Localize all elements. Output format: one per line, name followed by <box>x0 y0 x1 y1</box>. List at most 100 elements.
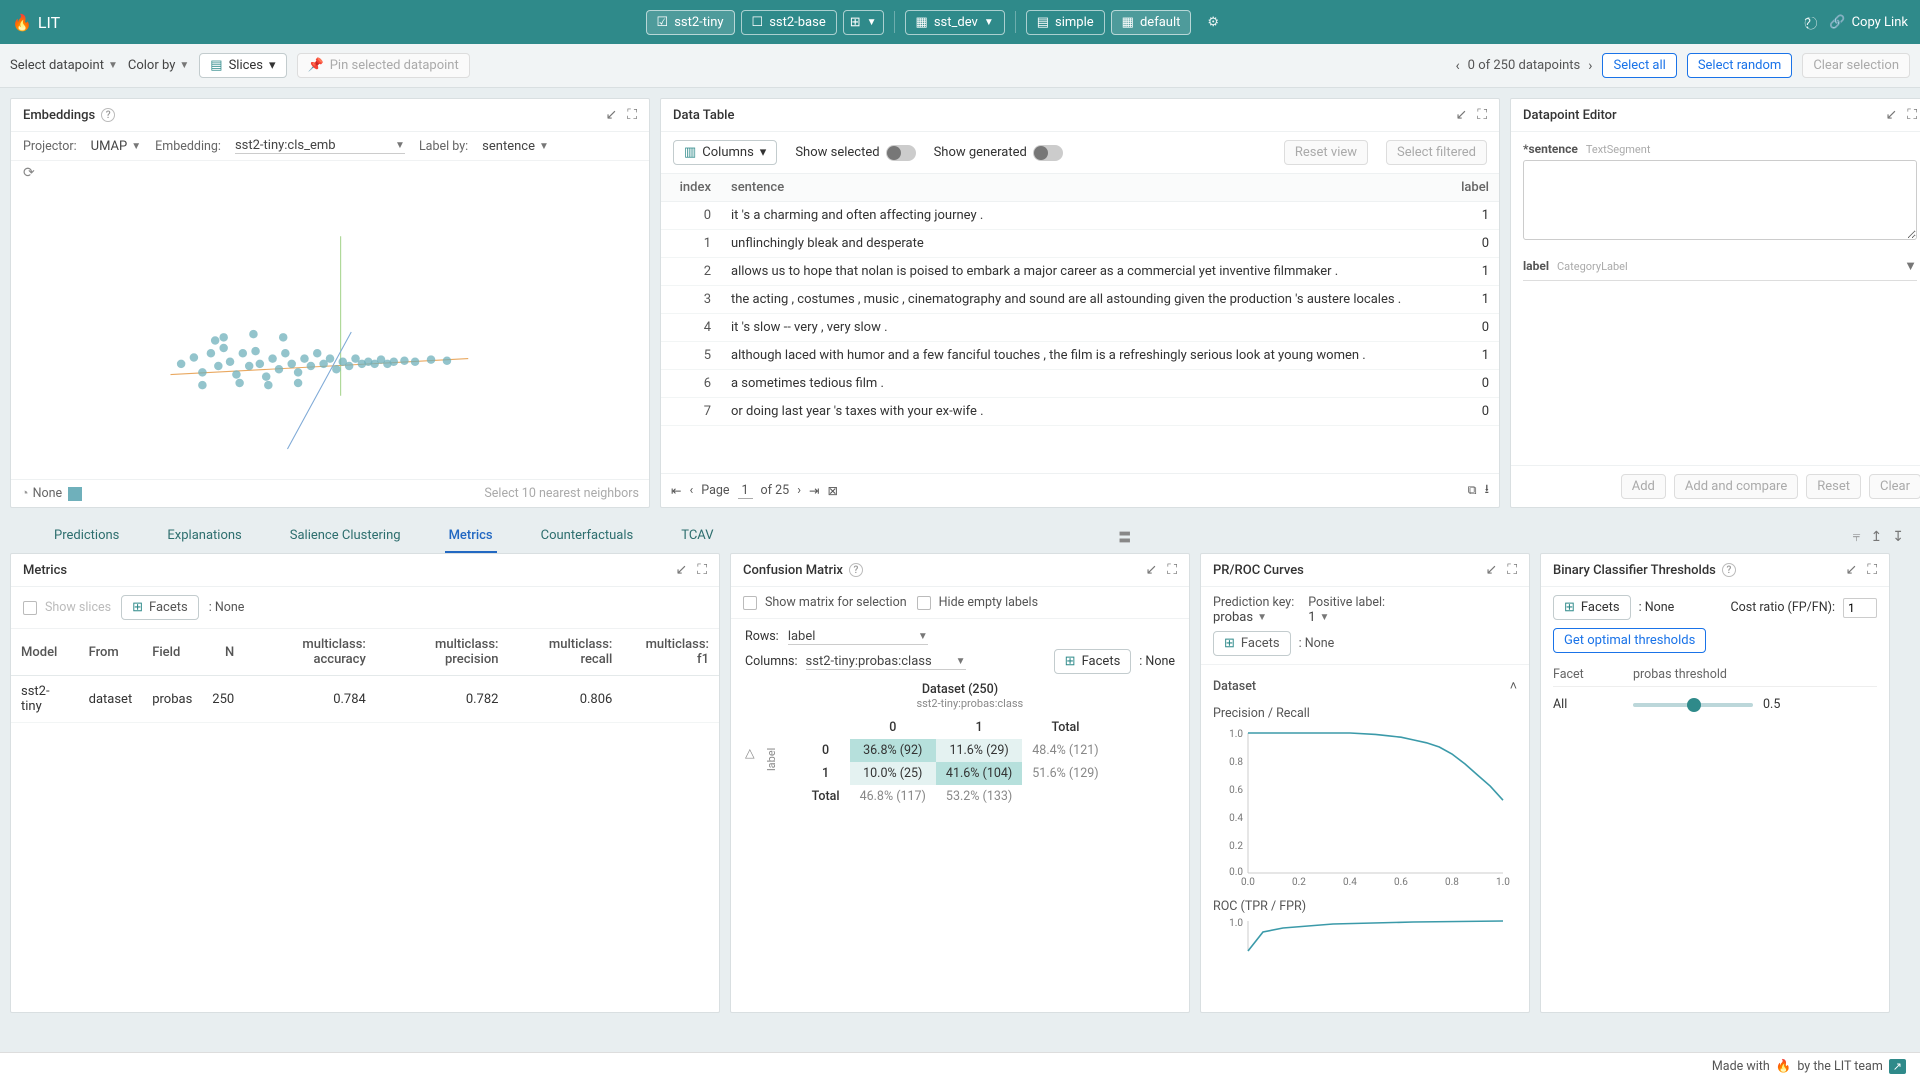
help-icon[interactable]: ? <box>849 563 863 577</box>
tab-counterfactuals[interactable]: Counterfactuals <box>537 520 638 553</box>
fullscreen-icon[interactable]: ⛶ <box>697 562 707 578</box>
cell-1-0[interactable]: 10.0% (25) <box>850 762 936 785</box>
threshold-slider[interactable] <box>1633 703 1753 707</box>
table-row[interactable]: 0it 's a charming and often affecting jo… <box>661 202 1499 230</box>
first-page-icon[interactable]: ⇤ <box>671 483 681 499</box>
fullscreen-icon[interactable]: ⛶ <box>1477 107 1487 123</box>
table-row[interactable]: 5although laced with humor and a few fan… <box>661 342 1499 370</box>
layout-default-chip[interactable]: ▦ default <box>1111 10 1192 35</box>
tab-tcav[interactable]: TCAV <box>677 520 717 553</box>
sort-down-icon[interactable]: ↧ <box>1892 529 1904 545</box>
drag-handle-icon[interactable]: 〓 <box>1118 527 1131 546</box>
last-page-icon[interactable]: ⇥ <box>809 483 819 499</box>
cell-0-0[interactable]: 36.8% (92) <box>850 739 936 762</box>
collapse-icon[interactable]: ↙ <box>1485 562 1497 578</box>
color-by-dropdown[interactable]: Color by▼ <box>128 58 189 73</box>
table-row[interactable]: 4it 's slow -- very , very slow .0 <box>661 314 1499 342</box>
table-row[interactable]: 7or doing last year 's taxes with your e… <box>661 398 1499 426</box>
fullscreen-icon[interactable]: ⛶ <box>627 107 637 123</box>
rows-dropdown[interactable]: label▼ <box>788 629 928 645</box>
select-filtered-button[interactable]: Select filtered <box>1386 140 1487 165</box>
tab-predictions[interactable]: Predictions <box>50 520 123 553</box>
page-input[interactable]: 1 <box>738 483 753 499</box>
select-random-button[interactable]: Select random <box>1687 53 1793 78</box>
show-slices-checkbox[interactable]: Show slices <box>23 600 111 615</box>
add-button[interactable]: Add <box>1621 474 1666 499</box>
table-row[interactable]: 3the acting , costumes , music , cinemat… <box>661 286 1499 314</box>
collapse-icon[interactable]: ↙ <box>675 562 687 578</box>
pred-key-dropdown[interactable]: probas ▼ <box>1213 610 1294 625</box>
chevron-up-icon[interactable]: ˄ <box>1510 679 1517 694</box>
copy-icon[interactable]: ⧉ <box>1468 483 1477 498</box>
help-icon[interactable]: ? <box>1722 563 1736 577</box>
reset-view-button[interactable]: Reset view <box>1284 140 1368 165</box>
cols-dropdown[interactable]: sst2-tiny:probas:class▼ <box>806 654 966 670</box>
fullscreen-icon[interactable]: ⛶ <box>1507 562 1517 578</box>
external-link-icon[interactable]: ↗ <box>1889 1059 1906 1074</box>
col-label[interactable]: label <box>1439 174 1499 202</box>
show-generated-toggle[interactable]: Show generated <box>934 145 1063 161</box>
fullscreen-icon[interactable]: ⛶ <box>1907 107 1917 123</box>
reset-button[interactable]: Reset <box>1806 474 1861 499</box>
table-row[interactable]: 2allows us to hope that nolan is poised … <box>661 258 1499 286</box>
collapse-icon[interactable]: ↙ <box>605 107 617 123</box>
chevron-right-icon[interactable]: › <box>1588 58 1592 74</box>
chevron-left-icon[interactable]: ‹ <box>1455 58 1459 74</box>
facets-button[interactable]: ⊞Facets <box>121 595 199 620</box>
collapse-icon[interactable]: ↙ <box>1455 107 1467 123</box>
fullscreen-icon[interactable]: ⛶ <box>1867 562 1877 578</box>
facets-button[interactable]: ⊞Facets <box>1553 595 1631 620</box>
clear-button[interactable]: Clear <box>1869 474 1920 499</box>
slices-button[interactable]: ▤ Slices ▾ <box>199 53 286 78</box>
pos-label-dropdown[interactable]: 1 ▼ <box>1308 610 1385 625</box>
help-icon[interactable]: ？⃝ <box>1804 13 1817 32</box>
cell-1-1[interactable]: 41.6% (104) <box>936 762 1022 785</box>
embedding-dropdown[interactable]: sst2-tiny:cls_emb ▼ <box>235 138 405 154</box>
projector-dropdown[interactable]: UMAP ▼ <box>91 139 141 154</box>
show-selected-toggle[interactable]: Show selected <box>795 145 915 161</box>
prev-page-icon[interactable]: ‹ <box>689 483 693 498</box>
embedding-scatter[interactable] <box>11 185 649 479</box>
facets-button[interactable]: ⊞Facets <box>1054 649 1132 674</box>
sentence-input[interactable] <box>1523 160 1917 240</box>
table-row[interactable]: 1unflinchingly bleak and desperate0 <box>661 230 1499 258</box>
tab-salience-clustering[interactable]: Salience Clustering <box>286 520 405 553</box>
fullscreen-icon[interactable]: ⛶ <box>1167 562 1177 578</box>
hide-empty-checkbox[interactable]: Hide empty labels <box>917 595 1038 610</box>
collapse-icon[interactable]: ↙ <box>1885 107 1897 123</box>
tab-explanations[interactable]: Explanations <box>163 520 245 553</box>
columns-button[interactable]: ▥Columns▾ <box>673 140 777 165</box>
collapse-tree-icon[interactable]: △ <box>745 745 755 761</box>
select-all-button[interactable]: Select all <box>1602 53 1676 78</box>
select-datapoint-dropdown[interactable]: Select datapoint▼ <box>10 58 118 73</box>
pin-button[interactable]: 📌 Pin selected datapoint <box>297 53 470 78</box>
nearest-neighbors-button[interactable]: Select 10 nearest neighbors <box>484 486 639 501</box>
help-icon[interactable]: ? <box>101 108 115 122</box>
collapse-icon[interactable]: ↙ <box>1845 562 1857 578</box>
sort-up-icon[interactable]: ↥ <box>1871 529 1883 545</box>
facets-button[interactable]: ⊞Facets <box>1213 631 1291 656</box>
tab-metrics[interactable]: Metrics <box>445 520 497 553</box>
gear-icon[interactable]: ⚙ <box>1207 15 1219 30</box>
col-sentence[interactable]: sentence <box>721 174 1439 202</box>
table-row[interactable]: sst2-tiny dataset probas 250 0.784 0.782… <box>11 676 719 723</box>
layout-simple-chip[interactable]: ▤ simple <box>1026 10 1105 35</box>
get-optimal-button[interactable]: Get optimal thresholds <box>1553 628 1706 653</box>
model-add-button[interactable]: ⊞ ▼ <box>843 10 884 35</box>
cost-ratio-input[interactable] <box>1843 598 1877 618</box>
dataset-chip[interactable]: ▦ sst_dev ▼ <box>905 10 1005 35</box>
next-page-icon[interactable]: › <box>797 483 801 498</box>
cell-0-1[interactable]: 11.6% (29) <box>936 739 1022 762</box>
labelby-dropdown[interactable]: sentence ▼ <box>482 139 549 154</box>
add-compare-button[interactable]: Add and compare <box>1674 474 1798 499</box>
collapse-icon[interactable]: ↙ <box>1145 562 1157 578</box>
model-chip-sst2-tiny[interactable]: ☑ sst2-tiny <box>646 10 735 35</box>
clear-page-icon[interactable]: ⊠ <box>827 483 837 499</box>
download-icon[interactable]: ⭳ <box>1485 480 1489 501</box>
clear-selection-button[interactable]: Clear selection <box>1802 53 1910 78</box>
filter-icon[interactable]: ⫧ <box>1853 529 1861 545</box>
col-index[interactable]: index <box>661 174 721 202</box>
chevron-down-icon[interactable]: ▼ <box>1904 258 1917 274</box>
copy-link-button[interactable]: 🔗 Copy Link <box>1829 15 1908 30</box>
reset-view-icon[interactable]: ⟳ <box>23 165 35 181</box>
